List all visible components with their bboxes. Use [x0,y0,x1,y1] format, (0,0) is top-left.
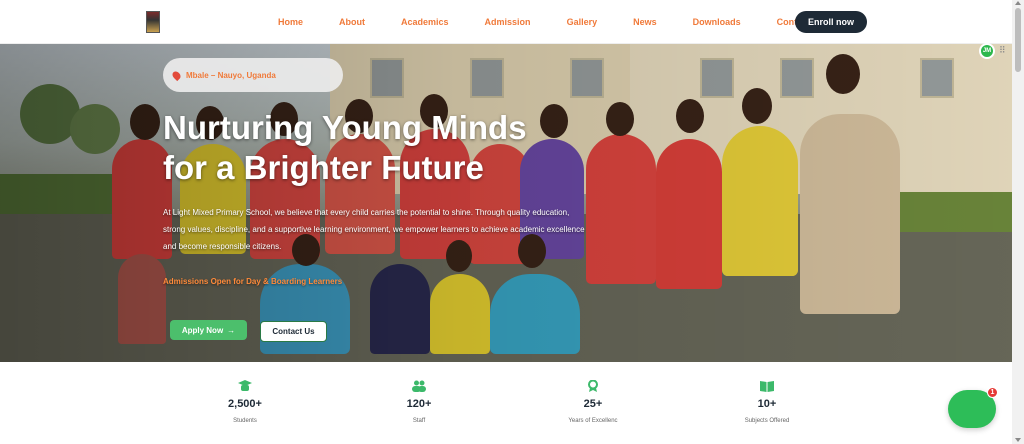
main-nav: Home About Academics Admission Gallery N… [270,0,810,44]
nav-home[interactable]: Home [278,17,303,27]
admissions-notice: Admissions Open for Day & Boarding Learn… [163,277,343,286]
stat-label: Subjects Offered [744,418,790,424]
nav-news[interactable]: News [633,17,657,27]
stat-students: 2,500+ Students [185,362,305,424]
apply-now-label: Apply Now [181,325,224,335]
nav-academics[interactable]: Academics [401,17,449,27]
nav-downloads[interactable]: Downloads [693,17,741,27]
hero-overlay [0,44,1012,362]
drag-handle-icon[interactable]: ⠿ [999,45,1006,56]
stat-value: 120+ [406,398,432,410]
stat-value: 10+ [757,398,777,410]
stat-years: 25+ Years of Excellenc [533,362,653,424]
staff-icon [412,380,426,392]
stat-subjects: 10+ Subjects Offered [707,362,827,424]
stat-label: Staff [412,418,426,424]
hero-section: Mbale – Nauyo, Uganda Nurturing Young Mi… [0,44,1012,362]
location-text: Mbale – Nauyo, Uganda [186,70,276,80]
top-navbar: Home About Academics Admission Gallery N… [0,0,1012,44]
apply-now-button[interactable]: Apply Now → [170,320,247,340]
school-logo[interactable] [146,11,160,33]
hero-title: Nurturing Young Minds for a Brighter Fut… [163,108,583,188]
book-icon [760,381,774,392]
enroll-now-button[interactable]: Enroll now [795,11,867,33]
contact-us-button[interactable]: Contact Us [260,321,327,342]
nav-about[interactable]: About [339,17,365,27]
stat-label: Years of Excellenc [568,418,618,424]
stat-value: 25+ [583,398,603,410]
page-scrollbar[interactable] [1012,0,1024,444]
arrow-right-icon: → [227,325,236,335]
graduate-icon [238,380,252,391]
notification-badge: 1 [987,387,998,398]
page: Home About Academics Admission Gallery N… [0,0,1024,444]
hero-title-line-1: Nurturing Young Minds [163,109,527,146]
stat-label: Students [233,418,257,424]
scroll-down-arrow-icon[interactable] [1015,438,1021,442]
hero-title-line-2: for a Brighter Future [163,149,484,186]
stats-section: 2,500+ Students 120+ Staff 25+ Years of … [0,362,1012,444]
nav-gallery[interactable]: Gallery [567,17,598,27]
nav-admission[interactable]: Admission [485,17,531,27]
stat-staff: 120+ Staff [359,362,479,424]
map-pin-icon [170,69,183,81]
award-icon [588,380,598,392]
user-avatar[interactable]: JM [979,43,995,59]
scrollbar-thumb[interactable] [1015,8,1021,72]
hero-description: At Light Mixed Primary School, we believ… [163,208,585,251]
scroll-up-arrow-icon[interactable] [1015,1,1021,5]
stat-value: 2,500+ [228,398,262,410]
location-badge: Mbale – Nauyo, Uganda [163,58,343,92]
